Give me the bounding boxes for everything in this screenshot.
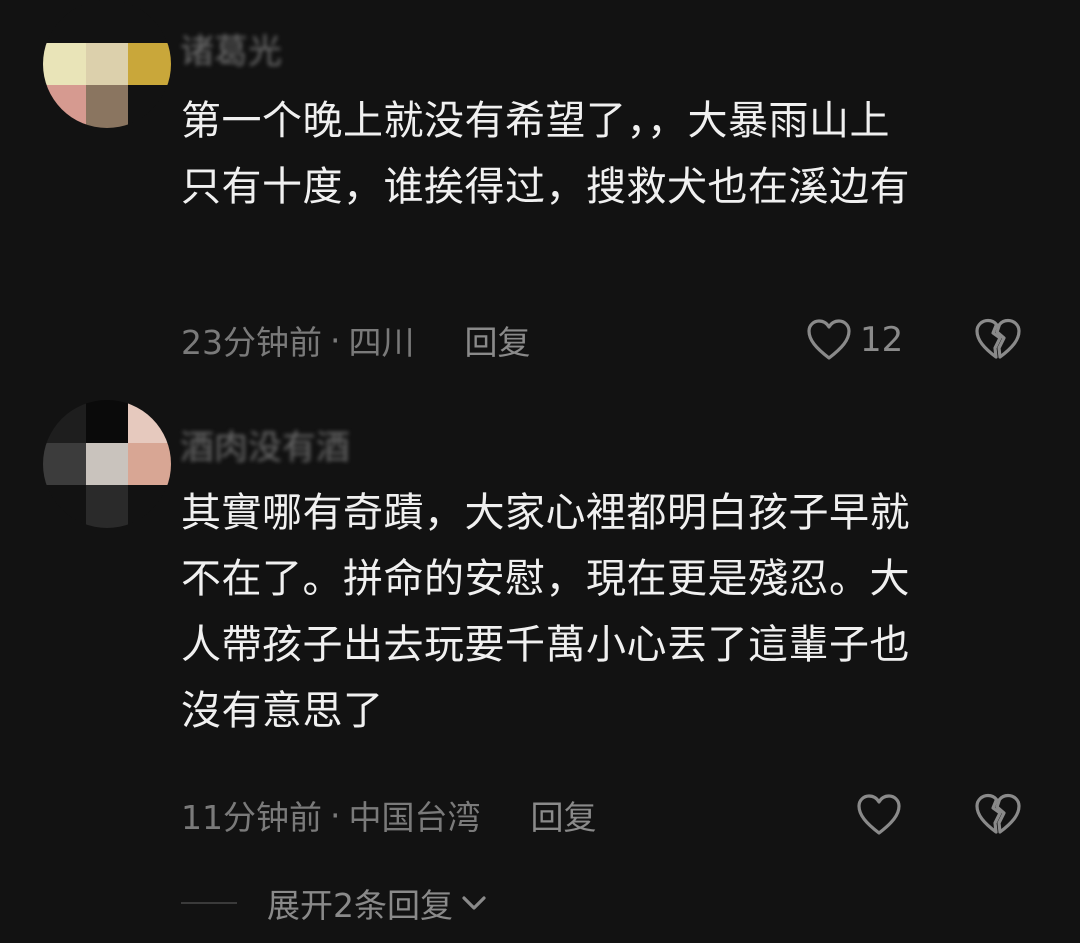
heart-icon xyxy=(807,319,851,360)
avatar[interactable] xyxy=(43,0,171,128)
avatar-pixel xyxy=(85,42,129,86)
comment-meta: 11分钟前 · 中国台湾 回复 xyxy=(181,790,597,840)
avatar-pixel xyxy=(43,400,86,443)
comment-text-line: 人帶孩子出去玩要千萬小心丟了這輩子也 xyxy=(181,622,910,668)
comment-text-line: 沒有意思了 xyxy=(181,688,384,734)
avatar-pixel xyxy=(128,442,171,486)
avatar-pixel xyxy=(128,485,171,528)
avatar-pixel xyxy=(43,442,86,486)
avatar-pixel xyxy=(85,85,129,128)
comment-location: 四川 xyxy=(348,323,415,362)
avatar-pixel xyxy=(43,42,86,86)
reply-button[interactable]: 回复 xyxy=(465,316,531,364)
broken-heart-icon xyxy=(975,793,1021,834)
comment-text-line: 只有十度，谁挨得过，搜救犬也在溪边有 xyxy=(181,164,910,210)
meta-separator: · xyxy=(330,320,341,360)
expand-replies-button[interactable]: 展开2条回复 xyxy=(181,878,489,928)
comment-item: 诸葛光 第一个晚上就没有希望了，，大暴雨山上 只有十度，谁挨得过，搜救犬也在溪边… xyxy=(0,0,1080,380)
dislike-button[interactable] xyxy=(974,791,1022,839)
like-count: 12 xyxy=(860,320,904,360)
username[interactable]: 酒肉没有酒 xyxy=(180,428,350,468)
avatar-pixel xyxy=(128,0,171,43)
comment-location: 中国台湾 xyxy=(348,798,481,837)
comment-item: 酒肉没有酒 其實哪有奇蹟，大家心裡都明白孩子早就 不在了。拼命的安慰，現在更是殘… xyxy=(0,400,1080,870)
avatar-pixel xyxy=(128,85,171,128)
comment-text-line: 第一个晚上就没有希望了，，大暴雨山上 xyxy=(181,98,890,144)
expand-replies-label: 展开2条回复 xyxy=(267,886,453,925)
comment-text-line: 其實哪有奇蹟，大家心裡都明白孩子早就 xyxy=(181,490,910,536)
avatar[interactable] xyxy=(43,400,171,528)
comment-meta: 23分钟前 · 四川 回复 xyxy=(181,315,531,365)
avatar-pixel xyxy=(43,0,86,43)
like-button[interactable] xyxy=(856,790,910,840)
comment-time: 11分钟前 xyxy=(181,798,322,837)
comment-text-line: 不在了。拼命的安慰，現在更是殘忍。大 xyxy=(181,556,910,602)
divider-line xyxy=(181,902,237,904)
heart-icon xyxy=(857,794,901,835)
dislike-button[interactable] xyxy=(974,316,1022,364)
avatar-pixel xyxy=(43,85,86,128)
avatar-pixel xyxy=(85,0,129,43)
meta-separator: · xyxy=(330,795,341,835)
comment-text: 第一个晚上就没有希望了，，大暴雨山上 只有十度，谁挨得过，搜救犬也在溪边有 xyxy=(181,88,1011,220)
like-button[interactable]: 12 xyxy=(806,315,903,365)
avatar-pixel xyxy=(128,400,171,443)
broken-heart-icon xyxy=(975,318,1021,359)
avatar-pixel xyxy=(85,400,129,443)
comment-time: 23分钟前 xyxy=(181,323,322,362)
username[interactable]: 诸葛光 xyxy=(180,32,282,72)
chevron-down-icon xyxy=(462,896,486,910)
comment-text: 其實哪有奇蹟，大家心裡都明白孩子早就 不在了。拼命的安慰，現在更是殘忍。大 人帶… xyxy=(181,480,1011,744)
avatar-pixel xyxy=(85,442,129,486)
avatar-pixel xyxy=(128,42,171,86)
reply-button[interactable]: 回复 xyxy=(531,791,597,839)
avatar-pixel xyxy=(85,485,129,528)
avatar-pixel xyxy=(43,485,86,528)
